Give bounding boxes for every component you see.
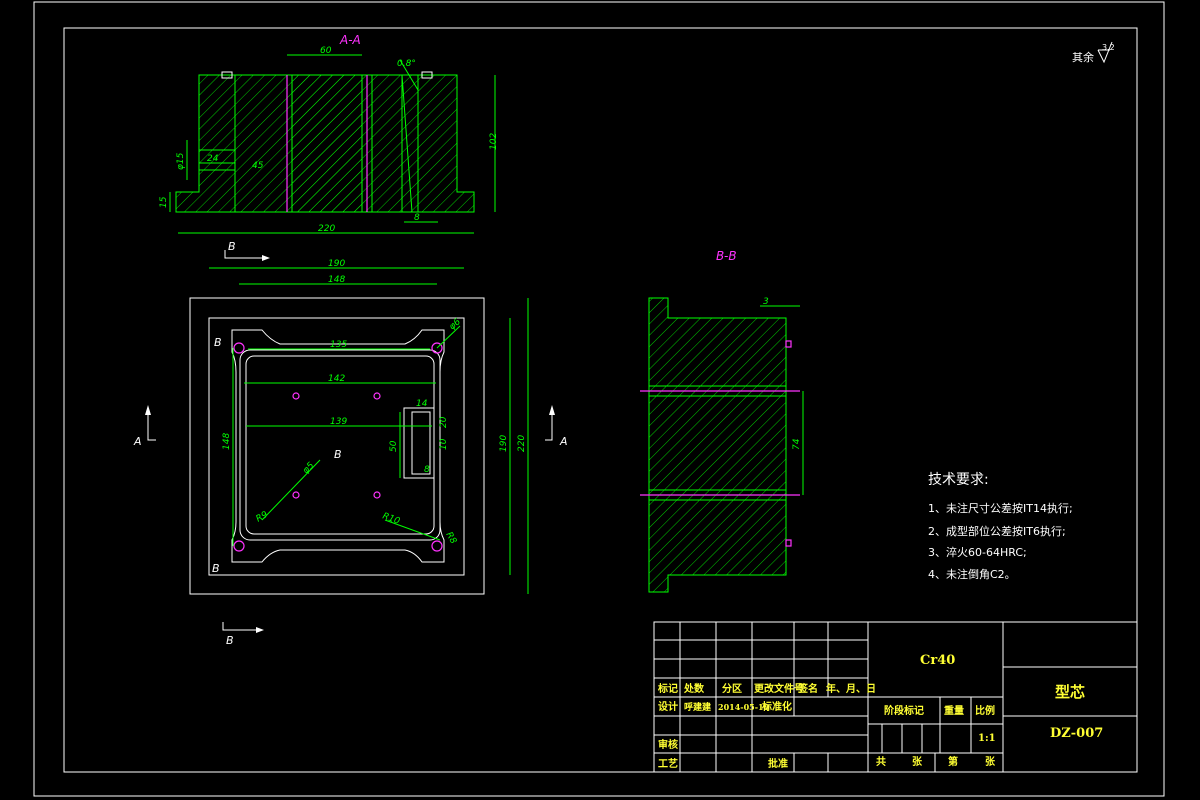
tech-req-item-1: 1、未注尺寸公差按IT14执行; [928,501,1073,515]
tb-review: 审核 [658,738,678,751]
dim-aa-8: 8 [414,213,420,223]
plan-a-label-left: A [133,435,142,448]
hole-inner-1 [292,392,300,400]
plan-corner-b-1: B [214,336,222,349]
tb-sheet-unit2: 张 [985,755,996,768]
tb-sheet-no: 第 [948,755,958,768]
tb-scale-label: 比例 [975,704,995,717]
dim-plan-v50: 50 [389,440,399,452]
hole-inner-3 [292,491,300,499]
plan-inner-plate [208,317,465,576]
dim-aa-phi15: φ15 [176,152,186,170]
plan-a-arrowhead-right [549,405,555,415]
dim-plan-v190: 190 [499,435,509,452]
tb-rev-h4: 更改文件号 [754,682,804,695]
dim-plan-phi5: φ5 [301,461,317,477]
dim-plan-148: 148 [328,275,345,285]
dim-aa-220: 220 [318,224,335,234]
tb-weight: 重量 [944,704,964,717]
dim-aa-102: 102 [489,133,499,150]
bb-mark-1 [785,340,792,348]
hole-corner-tl [233,342,245,354]
section-bb-view: B-B 3 74 [640,249,804,593]
tech-req-item-3: 3、淬火60-64HRC; [928,545,1027,559]
plan-center-b: B [334,448,342,461]
tb-designer: 呼建建 [684,701,712,713]
dim-plan-v148: 148 [222,433,232,450]
dim-plan-135: 135 [330,340,347,350]
technical-requirements: 技术要求: 1、未注尺寸公差按IT14执行; 2、成型部位公差按IT6执行; 3… [928,472,1073,581]
plan-b-arrow-bottom [222,622,256,631]
plan-b-arrowhead-bottom [256,627,264,633]
tb-sheet-unit: 张 [912,755,923,768]
plan-b-arrowhead-top [262,255,270,261]
plan-b-label-bottom: B [226,634,234,647]
tb-scale-value: 1:1 [978,733,996,744]
tech-req-title: 技术要求: [928,472,989,488]
surface-finish-note: 其余 3.2 [1072,41,1115,64]
surface-finish-value: 3.2 [1102,43,1115,52]
tb-rev-h6: 年、月、日 [826,682,876,695]
dim-aa-15: 15 [159,196,169,208]
tb-stage-mark: 阶段标记 [884,704,924,717]
section-bb-title: B-B [716,249,737,263]
dim-plan-v10: 10 [439,438,449,450]
bb-mark-2 [785,539,792,547]
tb-part-name: 型芯 [1055,683,1085,701]
hole-inner-4 [373,491,381,499]
hole-corner-br [431,540,443,552]
tech-req-item-2: 2、成型部位公差按IT6执行; [928,524,1066,538]
plan-a-arrowhead-left [145,405,151,415]
tb-approve: 批准 [768,757,788,770]
cad-drawing: 其余 3.2 A-A 60 0.8° 102 220 8 φ15 24 45 1… [33,1,1165,797]
tb-design-label: 设计 [658,700,678,713]
dim-plan-14: 14 [416,399,428,409]
title-block: Cr40 型芯 DZ-007 标记 处数 分区 更改文件号 签名 年、月、日 设… [653,621,1138,773]
dim-plan-r9: R9 [255,510,271,525]
dim-plan-139: 139 [330,417,347,427]
tb-rev-h1: 标记 [657,682,678,695]
dim-plan-r8: R8 [443,531,458,547]
section-aa-title: A-A [339,33,361,47]
plan-corner-b-2: B [212,562,220,575]
dim-plan-142: 142 [328,374,345,384]
tb-rev-h2: 处数 [683,682,705,695]
tech-req-item-4: 4、未注倒角C2。 [928,567,1016,581]
dim-plan-8: 8 [424,465,430,475]
tb-standardization: 标准化 [761,700,792,713]
tb-process: 工艺 [658,757,678,770]
tb-sheet-total: 共 [876,755,886,768]
section-bb-body [648,297,787,593]
dim-plan-r10: R10 [381,511,401,527]
aa-core-center [291,74,363,213]
dim-aa-24: 24 [207,154,219,164]
plan-b-label-top: B [228,240,236,253]
dim-plan-v220: 220 [517,435,527,452]
surface-finish-label: 其余 [1072,50,1094,64]
hole-inner-2 [373,392,381,400]
tb-material: Cr40 [920,653,955,668]
dim-plan-190: 190 [328,259,345,269]
dim-bb-3: 3 [763,297,769,307]
dim-aa-60: 60 [320,46,332,56]
dim-plan-v20: 20 [439,416,449,428]
tb-rev-h3: 分区 [722,682,742,695]
dim-aa-45: 45 [252,161,264,171]
dim-bb-74: 74 [792,438,802,450]
plan-view: B B A A B B B 190 148 135 142 139 14 8 1… [133,240,568,647]
tb-drawing-no: DZ-007 [1050,726,1103,741]
section-aa-view: A-A 60 0.8° 102 220 8 φ15 24 45 15 [159,33,499,234]
hole-corner-bl [233,540,245,552]
plan-a-label-right: A [559,435,568,448]
dim-plan-phi6: φ6 [448,317,464,332]
tb-rev-h5: 签名 [797,682,818,695]
